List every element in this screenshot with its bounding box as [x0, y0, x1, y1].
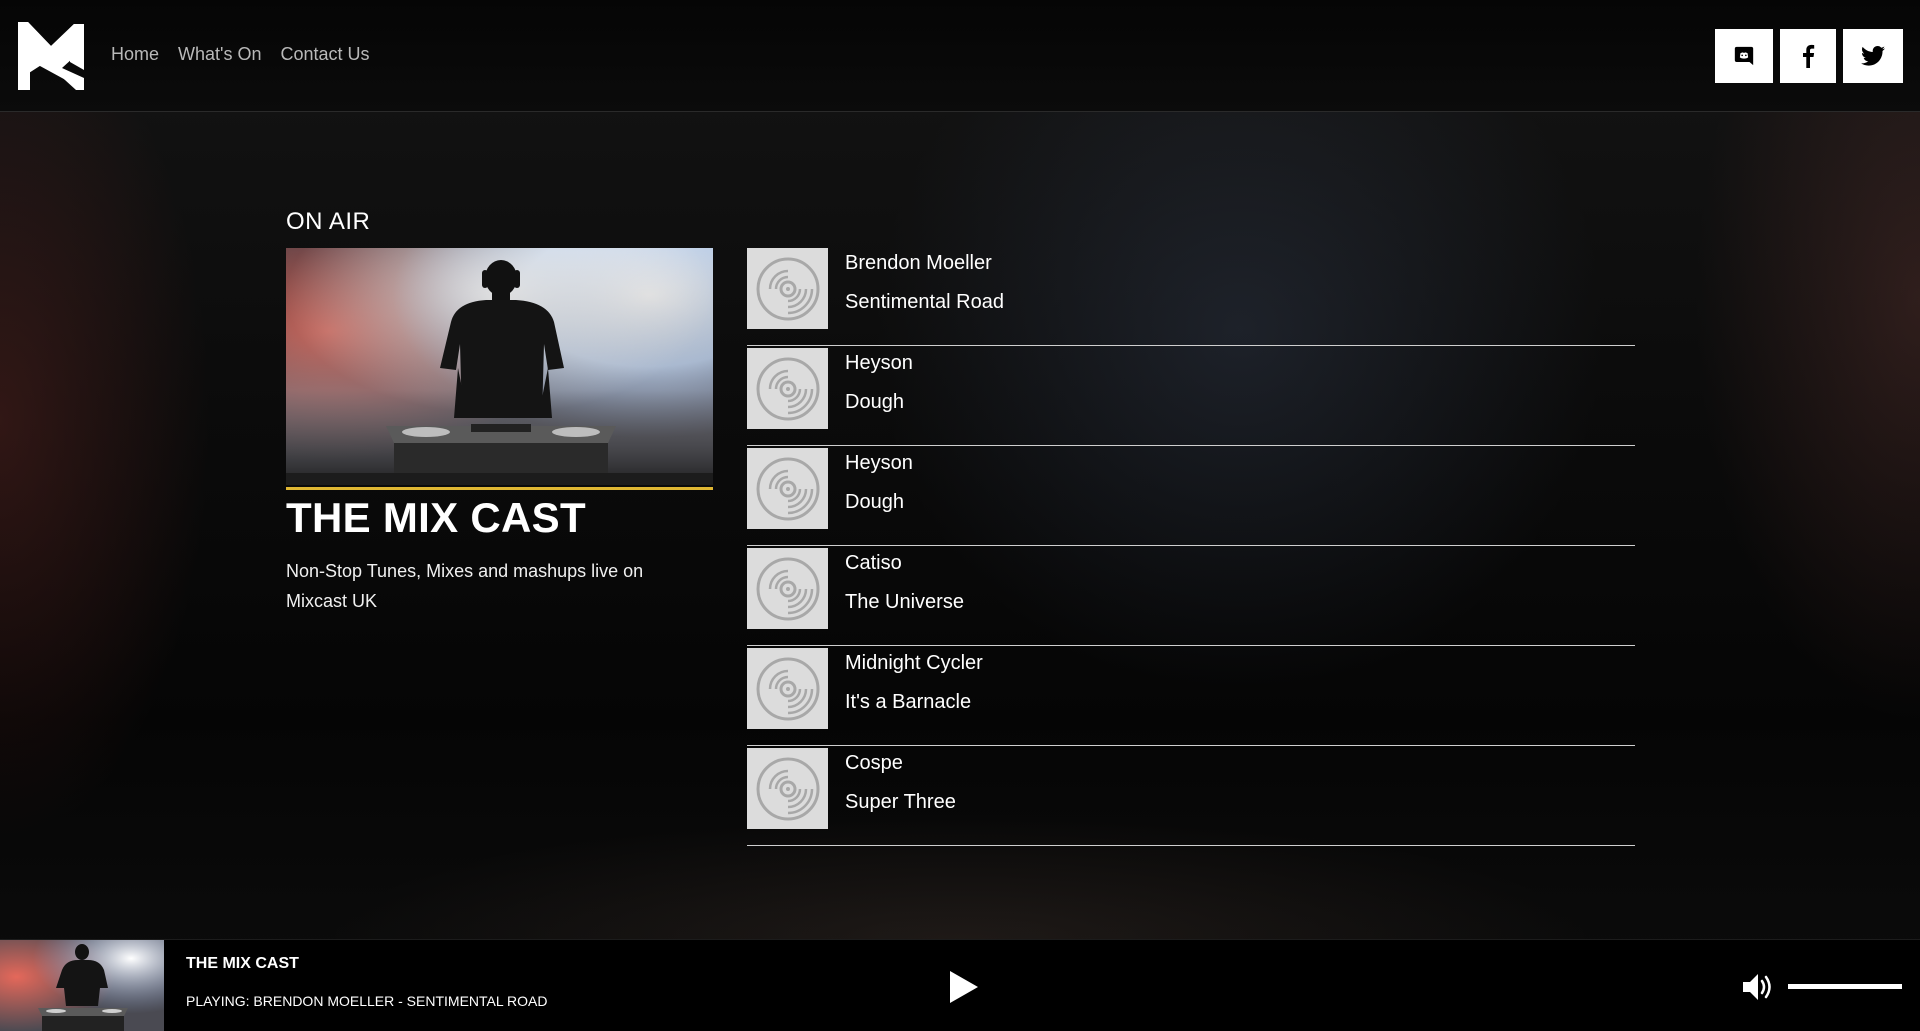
player-show-title: THE MIX CAST — [186, 955, 299, 972]
track-list: Brendon Moeller Sentimental Road Heyson … — [747, 248, 1635, 848]
nav-home-link[interactable]: Home — [111, 44, 159, 65]
show-title-underline — [286, 487, 713, 490]
volume-slider-fill — [1788, 984, 1902, 989]
facebook-icon — [1803, 44, 1815, 68]
track-title: Dough — [845, 491, 904, 513]
player-bar: THE MIX CAST PLAYING: BRENDON MOELLER - … — [0, 939, 1920, 1031]
social-links — [1715, 29, 1903, 83]
track-title: The Universe — [845, 591, 964, 613]
volume-slider[interactable] — [1788, 984, 1902, 989]
twitter-icon — [1861, 46, 1885, 66]
track-artist: Brendon Moeller — [845, 252, 992, 274]
mixcast-logo[interactable] — [18, 22, 84, 90]
play-icon[interactable] — [947, 969, 981, 1005]
dj-photo — [286, 248, 713, 485]
track-title: Super Three — [845, 791, 956, 813]
discord-icon — [1734, 46, 1754, 66]
vinyl-record-icon — [747, 448, 828, 529]
track-artist: Heyson — [845, 352, 913, 374]
show-description: Non-Stop Tunes, Mixes and mashups live o… — [286, 561, 644, 611]
track-artist: Midnight Cycler — [845, 652, 983, 674]
track-item[interactable]: Midnight Cycler It's a Barnacle — [747, 648, 1635, 746]
nav-contact-us-link[interactable]: Contact Us — [280, 44, 369, 65]
twitter-button[interactable] — [1843, 29, 1903, 83]
volume-icon[interactable] — [1741, 971, 1775, 1003]
show-title: THE MIX CAST — [286, 494, 586, 541]
track-artist: Cospe — [845, 752, 903, 774]
track-item[interactable]: Heyson Dough — [747, 448, 1635, 546]
vinyl-record-icon — [747, 748, 828, 829]
player-thumbnail — [0, 940, 164, 1031]
track-artist: Heyson — [845, 452, 913, 474]
vinyl-record-icon — [747, 648, 828, 729]
facebook-button[interactable] — [1780, 29, 1836, 83]
track-title: It's a Barnacle — [845, 691, 972, 713]
dj-photo-thumbnail — [0, 940, 164, 1031]
vinyl-record-icon — [747, 248, 828, 329]
track-item[interactable]: Heyson Dough — [747, 348, 1635, 446]
nav-whats-on-link[interactable]: What's On — [178, 44, 261, 65]
show-image[interactable] — [286, 248, 713, 485]
track-title: Dough — [845, 391, 904, 413]
track-item[interactable]: Cospe Super Three — [747, 748, 1635, 846]
vinyl-record-icon — [747, 348, 828, 429]
track-item[interactable]: Catiso The Universe — [747, 548, 1635, 646]
on-air-heading: ON AIR — [286, 208, 371, 235]
vinyl-record-icon — [747, 548, 828, 629]
track-title: Sentimental Road — [845, 291, 1004, 313]
now-playing-text: PLAYING: BRENDON MOELLER - SENTIMENTAL R… — [186, 993, 548, 1009]
site-header: Home What's On Contact Us — [0, 0, 1920, 112]
page: Home What's On Contact Us ON AIR THE MIX… — [0, 0, 1920, 1031]
track-artist: Catiso — [845, 552, 902, 574]
discord-button[interactable] — [1715, 29, 1773, 83]
main-nav: Home What's On Contact Us — [111, 44, 370, 65]
track-item[interactable]: Brendon Moeller Sentimental Road — [747, 248, 1635, 346]
